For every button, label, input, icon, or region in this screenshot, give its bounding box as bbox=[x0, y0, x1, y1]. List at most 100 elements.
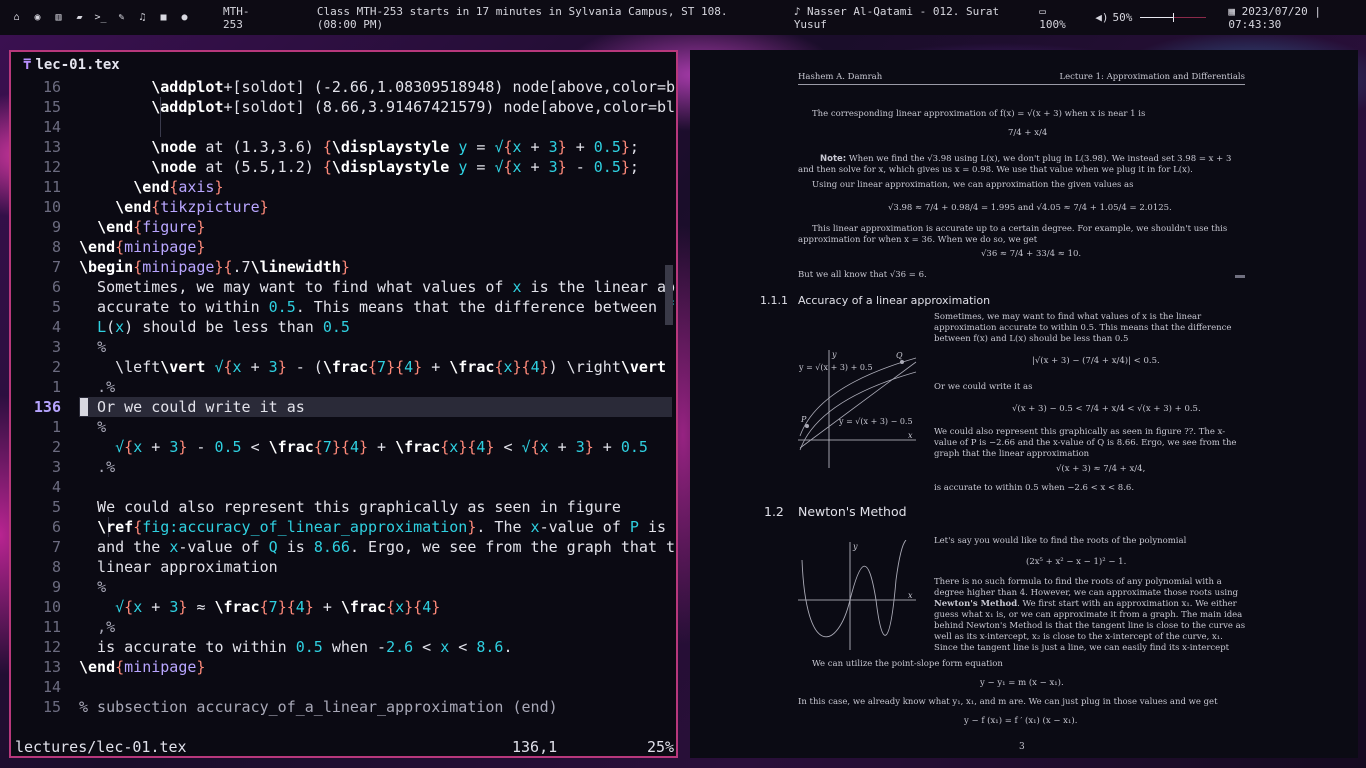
code-line: 7 \begin{minipage}{.7\linewidth} bbox=[51, 258, 350, 276]
x-axis-label: x bbox=[908, 591, 913, 600]
header-author: Hashem A. Damrah bbox=[798, 72, 883, 82]
subsection-title: Accuracy of a linear approximation bbox=[798, 294, 991, 307]
pdf-equation: y − f (x₁) = f ′ (x₁) (x − x₁). bbox=[964, 716, 1078, 726]
upper-curve-label: y = √(x + 3) + 0.5 bbox=[798, 363, 873, 372]
music-icon[interactable]: ♫ bbox=[132, 12, 153, 23]
code-line: 12 \node at (5.5,1.2) {\displaystyle y =… bbox=[42, 158, 639, 176]
newton-text-a: There is no such formula to find the roo… bbox=[934, 577, 1239, 598]
vim-editor-window[interactable]: ₸ lec-01.tex 16 \addplot+[soldot] (-2.66,… bbox=[9, 50, 678, 758]
code-line: 2 \left\vert √{x + 3} - (\frac{7}{4} + \… bbox=[51, 358, 667, 376]
battery-status: ▭ 100% bbox=[1039, 5, 1075, 31]
pdf-paragraph: Sometimes, we may want to find what valu… bbox=[934, 312, 1232, 344]
pdf-paragraph: We can utilize the point-slope form equa… bbox=[812, 659, 1003, 669]
code-line: 5 We could also represent this graphical… bbox=[51, 498, 621, 516]
pdf-paragraph: In this case, we already know what y₁, x… bbox=[798, 697, 1218, 707]
note-text: When we find the √3.98 using L(x), we do… bbox=[798, 154, 1232, 175]
code-line: 12 is accurate to within 0.5 when -2.6 <… bbox=[42, 638, 513, 656]
folder-icon[interactable]: ▰ bbox=[69, 12, 90, 23]
workspace-label[interactable]: MTH-253 bbox=[223, 5, 265, 31]
pdf-paragraph: Or we could write it as bbox=[934, 382, 1033, 392]
header-lecture-title: Lecture 1: Approximation and Differentia… bbox=[1059, 72, 1245, 82]
section-title: Newton's Method bbox=[798, 504, 907, 519]
pdf-paragraph: There is no such formula to find the roo… bbox=[934, 577, 1247, 654]
code-line: 4 bbox=[51, 478, 61, 496]
now-playing[interactable]: ♪ Nasser Al-Qatami - 012. Surat Yusuf bbox=[794, 5, 1015, 31]
pdf-paragraph: Let's say you would like to find the roo… bbox=[934, 536, 1187, 546]
volume-control[interactable]: ◀) 50% bbox=[1095, 11, 1207, 24]
pdf-equation: |√(x + 3) − (7/4 + x/4)| < 0.5. bbox=[1032, 356, 1160, 366]
pdf-equation: 7/4 + x/4 bbox=[1008, 128, 1048, 138]
pdf-paragraph: is accurate to within 0.5 when −2.6 < x … bbox=[934, 483, 1135, 493]
y-axis-label: y bbox=[852, 542, 858, 551]
code-line: 3 % bbox=[51, 338, 107, 356]
code-line: 6 \ref{fig:accuracy_of_linear_approximat… bbox=[51, 518, 667, 536]
globe-icon[interactable]: ◉ bbox=[27, 12, 48, 23]
pdf-equation: √36 ≈ 7/4 + 33/4 ≈ 10. bbox=[981, 249, 1082, 259]
pdf-paragraph: But we all know that √36 = 6. bbox=[798, 270, 927, 280]
pdf-paragraph: This linear approximation is accurate up… bbox=[798, 224, 1228, 245]
code-line: 8 linear approximation bbox=[51, 558, 278, 576]
code-line: 14 bbox=[42, 118, 61, 136]
pdf-scroll-marker[interactable] bbox=[1235, 275, 1245, 278]
pdf-running-header: Hashem A. Damrah Lecture 1: Approximatio… bbox=[798, 72, 1245, 85]
chat-icon[interactable]: ● bbox=[174, 12, 195, 23]
class-notice: Class MTH-253 starts in 17 minutes in Sy… bbox=[316, 4, 728, 31]
code-line: 13 \end{minipage} bbox=[42, 658, 206, 676]
editor-statusline: lectures/lec-01.tex 136,1 25% bbox=[15, 737, 675, 757]
edit-icon[interactable]: ✎ bbox=[111, 12, 132, 23]
speaker-icon: ◀) bbox=[1095, 11, 1109, 24]
home-icon[interactable]: ⌂ bbox=[6, 12, 27, 23]
code-line: 8 \end{minipage} bbox=[51, 238, 206, 256]
code-line: 6 Sometimes, we may want to find what va… bbox=[51, 278, 676, 296]
pdf-viewer-window[interactable]: Hashem A. Damrah Lecture 1: Approximatio… bbox=[690, 50, 1358, 758]
top-status-bar: ⌂ ◉ ▥ ▰ >_ ✎ ♫ ■ ● MTH-253 Class MTH-253 starts … bbox=[0, 0, 1366, 35]
note-label: Note: bbox=[820, 154, 847, 164]
current-code-line[interactable]: 136 Or we could write it as bbox=[11, 397, 676, 417]
point-p-label: P bbox=[800, 415, 807, 424]
battery-icon: ▭ bbox=[1039, 4, 1046, 18]
video-icon[interactable]: ■ bbox=[153, 12, 174, 23]
pdf-equation: √(x + 3) ≈ 7/4 + x/4, bbox=[1056, 464, 1146, 474]
code-line: 10 \end{tikzpicture} bbox=[42, 198, 269, 216]
volume-knob[interactable] bbox=[1173, 13, 1175, 22]
terminal-icon[interactable]: >_ bbox=[90, 12, 111, 23]
figure-accuracy-graph: y = √(x + 3) + 0.5 y = √(x + 3) − 0.5 y … bbox=[798, 350, 917, 468]
status-cursor-position: 136,1 bbox=[512, 738, 558, 756]
calendar-icon: ▦ bbox=[1228, 4, 1242, 18]
code-line: 10 √{x + 3} ≈ \frac{7}{4} + \frac{x}{4} bbox=[42, 598, 441, 616]
volume-slider[interactable] bbox=[1140, 13, 1207, 22]
pdf-paragraph: Using our linear approximation, we can a… bbox=[812, 180, 1134, 190]
pdf-equation: √(x + 3) − 0.5 < 7/4 + x/4 < √(x + 3) + … bbox=[1012, 404, 1201, 414]
editor-scrollbar[interactable] bbox=[665, 265, 673, 325]
code-area[interactable]: 16 \addplot+[soldot] (-2.66,1.0830951894… bbox=[11, 77, 676, 717]
clock: ▦ 2023/07/20 | 07:43:30 bbox=[1228, 5, 1366, 31]
code-line: 2 √{x + 3} - 0.5 < \frac{7}{4} + \frac{x… bbox=[51, 438, 648, 456]
pdf-paragraph: The corresponding linear approximation o… bbox=[812, 109, 1146, 119]
volume-label: 50% bbox=[1112, 11, 1133, 24]
datetime-label: 2023/07/20 | 07:43:30 bbox=[1228, 4, 1322, 31]
editor-title-label: lec-01.tex bbox=[35, 57, 120, 73]
pdf-equation: √3.98 ≈ 7/4 + 0.98/4 = 1.995 and √4.05 ≈… bbox=[888, 203, 1172, 213]
code-line: 3 .% bbox=[51, 458, 116, 476]
code-line: 11 \end{axis} bbox=[42, 178, 224, 196]
code-line: 1 % bbox=[51, 418, 107, 436]
editor-title: ₸ lec-01.tex bbox=[23, 57, 120, 73]
code-line: 9 \end{figure} bbox=[51, 218, 206, 236]
code-line: 13 \node at (1.3,3.6) {\displaystyle y =… bbox=[42, 138, 639, 156]
volume-fill bbox=[1140, 17, 1174, 18]
status-scroll-percent: 25% bbox=[647, 738, 675, 756]
code-line: 9 % bbox=[51, 578, 107, 596]
figure-polynomial-graph: y x bbox=[798, 540, 916, 650]
code-line: 11 ,% bbox=[42, 618, 116, 636]
point-q-label: Q bbox=[896, 351, 903, 360]
lower-curve bbox=[799, 371, 917, 451]
lower-curve-label: y = √(x + 3) − 0.5 bbox=[838, 417, 913, 426]
y-axis-label: y bbox=[831, 350, 837, 359]
tangent-line bbox=[799, 361, 917, 449]
code-line: 15 \addplot+[soldot] (8.66,3.91467421579… bbox=[42, 98, 676, 116]
pdf-paragraph: We could also represent this graphically… bbox=[934, 427, 1237, 459]
code-line: 5 accurate to within 0.5. This means tha… bbox=[51, 298, 675, 316]
pdf-equation: (2x⁵ + x² − x − 1)² − 1. bbox=[1026, 557, 1127, 567]
bank-icon[interactable]: ▥ bbox=[48, 12, 69, 23]
code-line: 16 \addplot+[soldot] (-2.66,1.0830951894… bbox=[42, 78, 676, 96]
